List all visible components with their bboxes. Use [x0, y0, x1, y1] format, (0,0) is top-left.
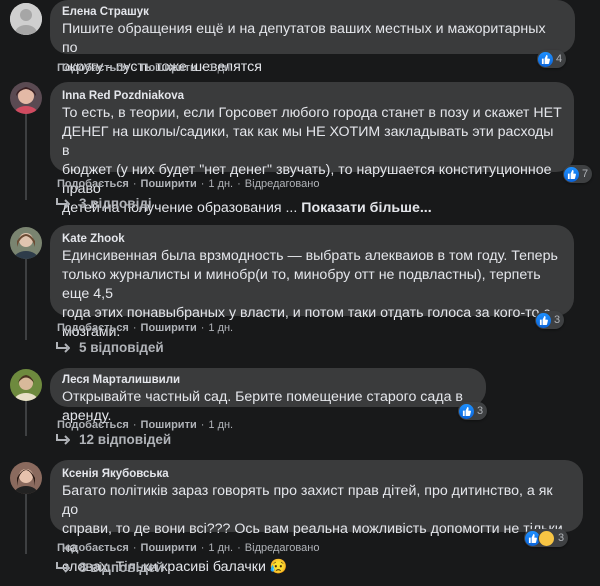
comment-author[interactable]: Kate Zhook: [62, 232, 562, 247]
comment-time[interactable]: 1 дн.: [208, 178, 233, 190]
like-button[interactable]: Подобається: [57, 419, 129, 431]
thread-line: [25, 112, 27, 200]
sad-icon: [538, 529, 555, 547]
reaction-count[interactable]: 3: [458, 402, 488, 420]
comment-bubble: Елена Страшук Пишите обращения ещё и на …: [50, 0, 575, 75]
share-button[interactable]: Поширити: [141, 542, 197, 554]
like-button[interactable]: Подобається: [57, 178, 129, 190]
comment-meta: Подобається · Поширити · 1 дн.: [57, 62, 234, 74]
comment-bubble: Леся Марталишвили Открывайте частный сад…: [50, 368, 486, 424]
share-button[interactable]: Поширити: [141, 62, 197, 74]
reply-arrow-icon: [56, 197, 70, 209]
like-icon: [564, 166, 579, 182]
comment-time[interactable]: 1 дн.: [208, 62, 233, 74]
share-button[interactable]: Поширити: [141, 322, 197, 334]
replies-label: 12 відповідей: [79, 432, 172, 447]
like-button[interactable]: Подобається: [57, 62, 129, 74]
like-icon: [538, 51, 553, 67]
share-button[interactable]: Поширити: [141, 178, 197, 190]
reaction-count[interactable]: 3: [524, 529, 569, 547]
comment-bubble: Inna Red Pozdniakova То есть, в теории, …: [50, 82, 574, 216]
comment-author[interactable]: Елена Страшук: [62, 5, 563, 20]
comment-meta: Подобається · Поширити · 1 дн.: [57, 419, 234, 431]
view-replies-button[interactable]: 5 відповідей: [56, 340, 164, 355]
replies-label: 5 відповідей: [79, 340, 164, 355]
reaction-number: 7: [582, 168, 589, 180]
reaction-number: 4: [556, 53, 563, 65]
comment-author[interactable]: Леся Марталишвили: [62, 373, 474, 388]
comment-meta: Подобається · Поширити · 1 дн. · Відредаговано: [57, 178, 320, 190]
comment-time[interactable]: 1 дн.: [208, 542, 233, 554]
like-icon: [536, 312, 551, 328]
replies-label: 3 відповіді: [79, 196, 152, 211]
share-button[interactable]: Поширити: [141, 419, 197, 431]
reply-arrow-icon: [56, 433, 70, 445]
like-button[interactable]: Подобається: [57, 322, 129, 334]
like-button[interactable]: Подобається: [57, 542, 129, 554]
comment-meta: Подобається · Поширити · 1 дн. · Відредаговано: [57, 542, 320, 554]
reaction-number: 3: [558, 532, 565, 544]
edited-label: Відредаговано: [244, 542, 320, 554]
reaction-count[interactable]: 3: [535, 311, 565, 329]
avatar[interactable]: [10, 227, 42, 259]
thread-line: [25, 258, 27, 340]
thread-line: [25, 494, 27, 554]
comment-time[interactable]: 1 дн.: [208, 419, 233, 431]
reaction-number: 3: [477, 405, 484, 417]
reaction-count[interactable]: 4: [537, 50, 567, 68]
edited-label: Відредаговано: [244, 178, 320, 190]
view-replies-button[interactable]: 12 відповідей: [56, 432, 171, 447]
thread-line: [25, 400, 27, 436]
reaction-count[interactable]: 7: [563, 165, 593, 183]
avatar[interactable]: [10, 462, 42, 494]
show-more-link[interactable]: Показати більше...: [301, 200, 431, 216]
view-replies-button[interactable]: 3 відповіді: [56, 196, 152, 211]
comment-bubble: Ксенія Якубовська Багато політиків зараз…: [50, 460, 583, 575]
comment-meta: Подобається · Поширити · 1 дн.: [57, 322, 234, 334]
replies-label: 8 відповідей: [79, 560, 164, 575]
avatar[interactable]: [10, 82, 42, 114]
comment-author[interactable]: Inna Red Pozdniakova: [62, 89, 562, 104]
view-replies-button[interactable]: 8 відповідей: [56, 560, 164, 575]
reply-arrow-icon: [56, 341, 70, 353]
comment-bubble: Kate Zhook Единсивенная была врзмодность…: [50, 225, 574, 340]
avatar[interactable]: [10, 369, 42, 401]
comment-time[interactable]: 1 дн.: [208, 322, 233, 334]
like-icon: [459, 403, 474, 419]
avatar[interactable]: [10, 3, 42, 35]
comment-author[interactable]: Ксенія Якубовська: [62, 467, 571, 482]
reaction-number: 3: [554, 314, 561, 326]
reply-arrow-icon: [56, 561, 70, 573]
